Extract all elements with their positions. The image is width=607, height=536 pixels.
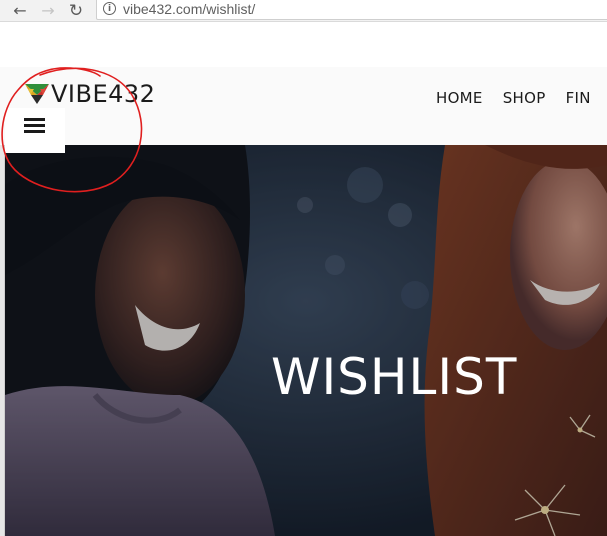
hamburger-menu-button[interactable] xyxy=(5,108,65,153)
url-text[interactable]: vibe432.com/wishlist/ xyxy=(123,1,255,17)
forward-arrow-icon[interactable]: → xyxy=(38,1,58,21)
nav-link-home[interactable]: HOME xyxy=(436,89,483,107)
hero-photo xyxy=(5,145,607,536)
back-arrow-icon[interactable]: ← xyxy=(10,1,30,21)
reload-icon[interactable]: ↻ xyxy=(66,1,86,21)
nav-link-shop[interactable]: SHOP xyxy=(503,89,546,107)
info-icon[interactable]: i xyxy=(103,2,116,15)
address-bar[interactable]: i vibe432.com/wishlist/ xyxy=(96,0,607,20)
screenshot: ← → ↻ i vibe432.com/wishlist/ VIBE432 HO… xyxy=(0,0,607,536)
logo-text: VIBE432 xyxy=(51,80,156,108)
hero-banner: WISHLIST xyxy=(5,145,607,536)
page-title: WISHLIST xyxy=(271,348,518,406)
site-logo[interactable]: VIBE432 xyxy=(25,80,155,108)
site-header: VIBE432 HOME SHOP FIN xyxy=(0,22,607,145)
browser-toolbar: ← → ↻ i vibe432.com/wishlist/ xyxy=(0,0,607,22)
logo-mark-icon xyxy=(25,84,49,104)
nav-link-find[interactable]: FIN xyxy=(566,89,591,107)
main-nav: HOME SHOP FIN xyxy=(436,89,591,107)
